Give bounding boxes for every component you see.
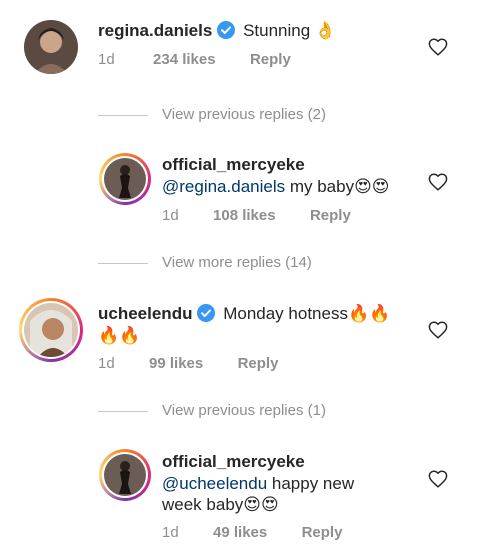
- reply-button[interactable]: Reply: [238, 355, 279, 372]
- thread-divider: [98, 115, 148, 116]
- comment-body: @regina.daniels my baby😍😍: [162, 176, 390, 198]
- comment-text: Stunning 👌: [243, 21, 337, 40]
- likes-count[interactable]: 108 likes: [213, 207, 276, 224]
- comment-body: regina.daniels Stunning 👌: [98, 20, 336, 46]
- comment-text: Monday hotness🔥🔥: [223, 304, 391, 323]
- avatar[interactable]: [99, 449, 151, 501]
- mention-link[interactable]: @ucheelendu: [162, 474, 267, 493]
- comment-text: my baby😍😍: [285, 177, 390, 196]
- comment-body: ucheelendu Monday hotness🔥🔥: [98, 303, 390, 329]
- comment-meta: 1d 99 likes Reply: [98, 355, 278, 373]
- reply-button[interactable]: Reply: [310, 207, 351, 224]
- timestamp: 1d: [162, 207, 179, 224]
- heart-outline-icon[interactable]: [428, 470, 448, 488]
- view-more-replies-button[interactable]: View more replies (14): [162, 254, 312, 272]
- comment-text: happy new: [267, 474, 355, 493]
- comment-username-line: official_mercyeke: [162, 451, 305, 473]
- verified-badge-icon: [196, 303, 216, 329]
- mention-link[interactable]: @regina.daniels: [162, 177, 285, 196]
- username[interactable]: ucheelendu: [98, 304, 192, 323]
- comment-meta: 1d 234 likes Reply: [98, 51, 291, 69]
- thread-divider: [98, 263, 148, 264]
- comment-text-continued: week baby😍😍: [162, 495, 279, 514]
- reply-button[interactable]: Reply: [302, 524, 343, 541]
- comment-meta: 1d 108 likes Reply: [162, 207, 351, 225]
- avatar[interactable]: [24, 20, 78, 74]
- avatar[interactable]: [99, 153, 151, 205]
- username[interactable]: official_mercyeke: [162, 452, 305, 471]
- likes-count[interactable]: 49 likes: [213, 524, 267, 541]
- comment-username-line: official_mercyeke: [162, 154, 305, 176]
- verified-badge-icon: [216, 20, 236, 46]
- heart-outline-icon[interactable]: [428, 321, 448, 339]
- view-previous-replies-button[interactable]: View previous replies (2): [162, 106, 326, 124]
- thread-divider: [98, 411, 148, 412]
- timestamp: 1d: [162, 524, 179, 541]
- username[interactable]: official_mercyeke: [162, 155, 305, 174]
- likes-count[interactable]: 234 likes: [153, 51, 216, 68]
- view-previous-replies-button[interactable]: View previous replies (1): [162, 402, 326, 420]
- heart-outline-icon[interactable]: [428, 38, 448, 56]
- comment-meta: 1d 49 likes Reply: [162, 524, 342, 542]
- avatar[interactable]: [19, 298, 83, 362]
- timestamp: 1d: [98, 355, 115, 372]
- comment-text-continued: 🔥🔥: [98, 326, 141, 345]
- username[interactable]: regina.daniels: [98, 21, 212, 40]
- timestamp: 1d: [98, 51, 115, 68]
- likes-count[interactable]: 99 likes: [149, 355, 203, 372]
- heart-outline-icon[interactable]: [428, 173, 448, 191]
- comment-body: @ucheelendu happy new: [162, 473, 354, 495]
- reply-button[interactable]: Reply: [250, 51, 291, 68]
